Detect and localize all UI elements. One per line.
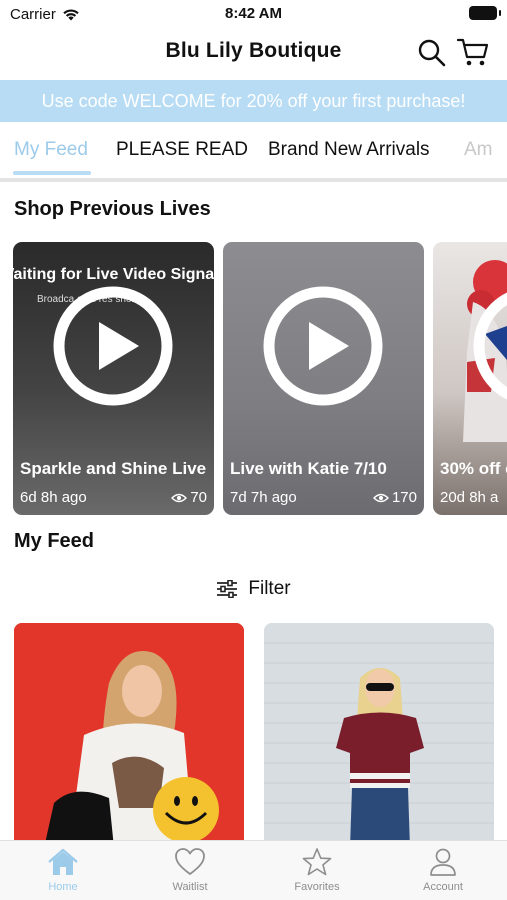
live-views: 170: [372, 489, 417, 506]
live-age: 20d 8h a: [440, 489, 499, 506]
tab-please-read[interactable]: PLEASE READ: [116, 139, 248, 161]
live-card-30-off[interactable]: 30% off code Am 20d 8h a: [433, 242, 507, 515]
app-header: Blu Lily Boutique: [0, 30, 507, 78]
filter-label: Filter: [248, 578, 291, 599]
star-icon: [302, 848, 332, 876]
live-title: 30% off code Am: [440, 459, 507, 478]
filter-button[interactable]: Filter: [0, 574, 507, 604]
eye-icon: [372, 493, 389, 502]
tabbar-home-label: Home: [48, 881, 78, 893]
tabbar-home[interactable]: Home: [13, 847, 113, 899]
live-views: 70: [171, 489, 207, 506]
product-card-maroon-top[interactable]: [264, 623, 494, 848]
product-image: [14, 623, 244, 848]
tab-am[interactable]: Am: [464, 139, 493, 161]
filter-sliders-icon: [217, 580, 238, 598]
live-card-sparkle[interactable]: Waiting for Live Video Signa Broadca oul…: [13, 242, 214, 515]
live-overlay-title: Waiting for Live Video Signa: [13, 266, 214, 283]
play-icon[interactable]: [472, 285, 507, 407]
account-icon: [430, 848, 456, 876]
live-view-count: 70: [190, 489, 207, 506]
live-age: 7d 7h ago: [230, 489, 297, 506]
promo-text: Use code WELCOME for 20% off your first …: [41, 90, 466, 111]
play-icon[interactable]: [262, 285, 384, 407]
lives-carousel[interactable]: Waiting for Live Video Signa Broadca oul…: [0, 242, 507, 516]
live-view-count: 170: [391, 489, 417, 506]
tab-brand-new-arrivals[interactable]: Brand New Arrivals: [268, 139, 430, 161]
search-icon[interactable]: [417, 38, 447, 68]
tabbar-favorites[interactable]: Favorites: [267, 847, 367, 899]
play-icon[interactable]: [52, 285, 174, 407]
promo-banner[interactable]: Use code WELCOME for 20% off your first …: [0, 80, 507, 122]
tab-my-feed[interactable]: My Feed: [14, 139, 88, 161]
live-card-katie[interactable]: Live with Katie 7/10 7d 7h ago 170: [223, 242, 424, 515]
feed-section-title: My Feed: [14, 530, 95, 552]
live-title: Sparkle and Shine Live: [20, 459, 207, 478]
eye-icon: [171, 493, 188, 502]
live-title: Live with Katie 7/10: [230, 459, 387, 478]
active-tab-indicator: [13, 171, 91, 175]
tabbar-waitlist[interactable]: Waitlist: [140, 847, 240, 899]
battery-icon: [469, 6, 501, 20]
tabbar-account[interactable]: Account: [393, 847, 493, 899]
status-time: 8:42 AM: [225, 5, 282, 22]
live-age: 6d 8h ago: [20, 489, 87, 506]
lives-section-title: Shop Previous Lives: [14, 198, 211, 220]
tabbar-account-label: Account: [423, 881, 463, 893]
product-image: [264, 623, 494, 848]
tabs-divider: [0, 178, 507, 182]
bottom-tab-bar: Home Waitlist Favorites Account: [0, 840, 507, 900]
cart-icon[interactable]: [456, 36, 490, 68]
status-bar: Carrier 8:42 AM: [0, 0, 507, 30]
product-card-graphic-tee[interactable]: [14, 623, 244, 848]
tabbar-waitlist-label: Waitlist: [172, 881, 208, 893]
home-icon: [48, 848, 78, 875]
collection-tabs: My Feed PLEASE READ Brand New Arrivals A…: [0, 122, 507, 180]
tabbar-favorites-label: Favorites: [294, 881, 340, 893]
heart-icon: [175, 848, 205, 875]
